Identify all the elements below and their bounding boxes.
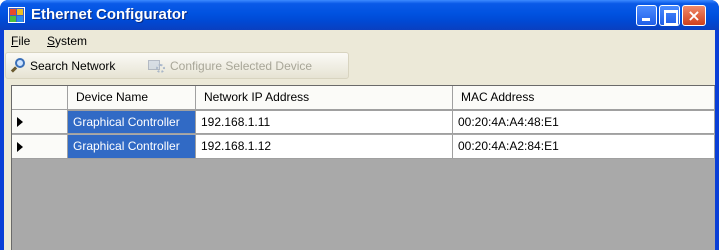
- minimize-button[interactable]: [636, 5, 657, 26]
- device-name-cell[interactable]: Graphical Controller: [68, 110, 196, 134]
- app-icon[interactable]: [8, 7, 25, 23]
- window-title: Ethernet Configurator: [31, 6, 187, 23]
- row-pointer-icon: [17, 117, 23, 127]
- app-window: Ethernet Configurator × File System Sear…: [0, 0, 719, 250]
- row-header-corner: [12, 86, 68, 110]
- configure-device-button[interactable]: Configure Selected Device: [148, 56, 312, 76]
- menu-file[interactable]: File: [11, 34, 30, 48]
- mac-address-cell[interactable]: 00:20:4A:A2:84:E1: [453, 135, 715, 159]
- client-area: File System Search Network Configure Sel…: [4, 30, 715, 250]
- search-network-button[interactable]: Search Network: [10, 56, 115, 76]
- column-header-device-name[interactable]: Device Name: [68, 86, 196, 110]
- mac-address-cell[interactable]: 00:20:4A:A4:48:E1: [453, 110, 715, 134]
- column-header-mac-address[interactable]: MAC Address: [453, 86, 715, 110]
- ip-address-cell[interactable]: 192.168.1.11: [196, 110, 453, 134]
- magnifier-icon: [10, 58, 26, 74]
- configure-device-label: Configure Selected Device: [170, 59, 313, 73]
- table-row[interactable]: Graphical Controller 192.168.1.11 00:20:…: [12, 110, 715, 134]
- device-name-cell[interactable]: Graphical Controller: [68, 135, 196, 159]
- close-button[interactable]: ×: [682, 5, 706, 26]
- row-pointer-icon: [17, 142, 23, 152]
- device-grid[interactable]: Device Name Network IP Address MAC Addre…: [11, 85, 715, 250]
- menu-bar: File System: [4, 30, 715, 52]
- grid-header: Device Name Network IP Address MAC Addre…: [12, 86, 715, 110]
- close-icon: ×: [687, 6, 701, 25]
- configure-device-icon: [148, 58, 166, 74]
- search-network-label: Search Network: [30, 59, 116, 73]
- row-header[interactable]: [12, 110, 68, 134]
- toolbar: Search Network Configure Selected Device: [5, 52, 349, 79]
- row-header[interactable]: [12, 135, 68, 159]
- menu-system[interactable]: System: [47, 34, 87, 48]
- column-header-ip-address[interactable]: Network IP Address: [196, 86, 453, 110]
- table-row[interactable]: Graphical Controller 192.168.1.12 00:20:…: [12, 135, 715, 159]
- title-bar[interactable]: Ethernet Configurator ×: [0, 0, 719, 30]
- ip-address-cell[interactable]: 192.168.1.12: [196, 135, 453, 159]
- maximize-button[interactable]: [659, 5, 680, 26]
